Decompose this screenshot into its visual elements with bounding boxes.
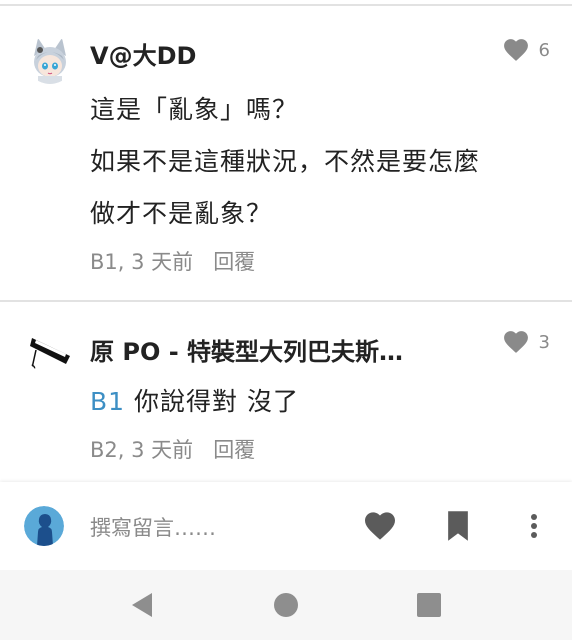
reply-button[interactable]: 回覆 xyxy=(213,438,255,462)
comment-text: 你說得對 沒了 xyxy=(134,387,299,416)
comment-text-line: B1 你說得對 沒了 xyxy=(90,382,299,418)
comment-author[interactable]: 原 PO - 特裝型大列巴夫斯… xyxy=(90,332,403,367)
floor-number: B2 xyxy=(90,438,118,462)
like-button[interactable]: 3 xyxy=(503,330,550,354)
system-navigation-bar xyxy=(0,570,572,640)
recent-square-icon xyxy=(417,593,441,617)
timestamp: 3 天前 xyxy=(131,438,194,462)
like-count: 3 xyxy=(538,331,550,353)
floor-number: B1 xyxy=(90,250,118,274)
user-avatar[interactable] xyxy=(24,506,64,546)
comment-text-line: 這是「亂象」嗎？ xyxy=(90,95,299,124)
back-triangle-icon xyxy=(132,593,152,617)
recent-apps-button[interactable] xyxy=(414,590,444,620)
comment-input[interactable]: 撰寫留言…… xyxy=(90,512,216,542)
like-button[interactable]: 6 xyxy=(503,38,550,62)
black-flag-avatar-icon xyxy=(26,326,74,374)
comment-composer: 撰寫留言…… xyxy=(0,482,572,570)
floor-reference-link[interactable]: B1 xyxy=(90,387,125,416)
like-post-button[interactable] xyxy=(362,508,398,544)
comment-text-line: 如果不是這種狀況，不然是要怎麼 xyxy=(90,147,481,176)
heart-icon xyxy=(503,331,528,353)
more-options-button[interactable] xyxy=(516,508,552,544)
user-silhouette-avatar-icon xyxy=(24,506,64,546)
avatar[interactable] xyxy=(26,36,74,84)
bookmark-button[interactable] xyxy=(440,508,476,544)
bookmark-icon xyxy=(448,511,468,541)
avatar[interactable] xyxy=(26,326,74,374)
anime-cat-girl-avatar-icon xyxy=(26,36,74,84)
comment-meta: B2, 3 天前 回覆 xyxy=(90,438,256,462)
more-vertical-icon xyxy=(531,514,537,538)
comment-text-line: 做才不是亂象？ xyxy=(90,199,273,228)
comment-author[interactable]: V@大DD xyxy=(90,36,196,71)
comment-b2: 原 PO - 特裝型大列巴夫斯… 3 B1 你說得對 沒了 B2, 3 天前 回覆 xyxy=(0,302,572,480)
home-circle-icon xyxy=(274,593,298,617)
back-button[interactable] xyxy=(127,590,157,620)
comment-meta: B1, 3 天前 回覆 xyxy=(90,250,256,274)
comment-b1: V@大DD 6 這是「亂象」嗎？ 如果不是這種狀況，不然是要怎麼 做才不是亂象？… xyxy=(0,6,572,300)
reply-button[interactable]: 回覆 xyxy=(213,250,255,274)
heart-icon xyxy=(365,512,395,540)
timestamp: 3 天前 xyxy=(131,250,194,274)
like-count: 6 xyxy=(538,39,550,61)
heart-icon xyxy=(503,39,528,61)
home-button[interactable] xyxy=(271,590,301,620)
